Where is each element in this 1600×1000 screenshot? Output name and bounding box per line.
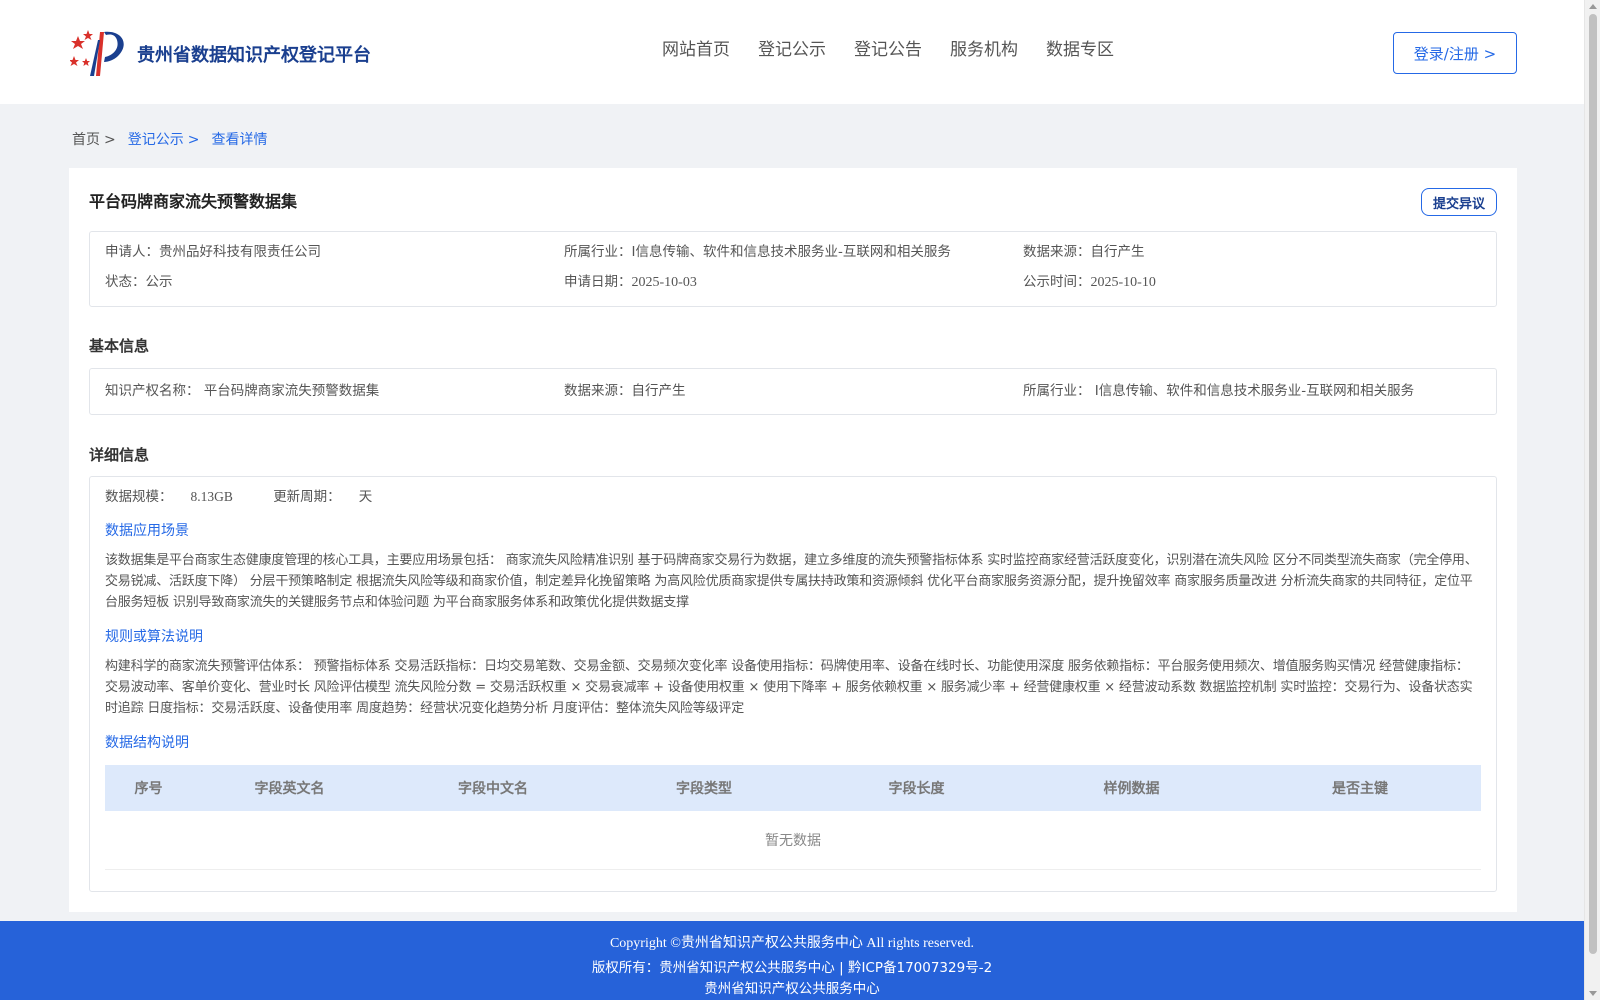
basic-industry-field: 所属行业： I信息传输、软件和信息技术服务业-互联网和相关服务 [1023,381,1481,401]
footer-copyright: Copyright ©贵州省知识产权公共服务中心 All rights rese… [609,936,975,951]
ip-name-value: 平台码牌商家流失预警数据集 [203,383,380,399]
footer-org: 贵州省知识产权公共服务中心 [704,981,880,997]
source-value: 自行产生 [1090,244,1145,260]
basic-info-heading: 基本信息 [89,337,150,355]
publish-date-value: 2025-10-10 [1090,275,1156,290]
site-footer: Copyright ©贵州省知识产权公共服务中心 All rights rese… [0,921,1584,1000]
update-cycle-field: 更新周期： 天 [273,489,390,505]
main-nav: 网站首页 登记公示 登记公告 服务机构 数据专区 [662,38,1142,62]
scroll-down-arrow-icon[interactable] [1589,991,1597,996]
applicant-value: 贵州品好科技有限责任公司 [159,244,321,260]
status-label: 状态： [105,274,146,290]
rule-heading: 规则或算法说明 [105,629,203,645]
detail-info-heading: 详细信息 [89,446,150,464]
breadcrumb-separator: > [187,132,200,148]
table-header-chinese-name: 字段中文名 [387,765,599,811]
page-scrollbar[interactable] [1584,0,1600,1000]
source-field: 数据来源：自行产生 [1023,242,1481,262]
scroll-up-arrow-icon[interactable] [1589,4,1597,9]
publish-date-field: 公示时间：2025-10-10 [1023,272,1481,293]
basic-source-value: 自行产生 [631,383,686,399]
breadcrumb-section[interactable]: 登记公示 > [128,130,206,150]
data-scale-label: 数据规模： [105,489,173,505]
apply-date-label: 申请日期： [564,274,632,290]
table-header-index: 序号 [105,765,192,811]
applicant-label: 申请人： [105,244,159,260]
industry-value: I信息传输、软件和信息技术服务业-互联网和相关服务 [631,244,951,260]
table-header-english-name: 字段英文名 [192,765,387,811]
basic-industry-value: I信息传输、软件和信息技术服务业-互联网和相关服务 [1094,383,1415,399]
field-structure-table: 序号 字段英文名 字段中文名 字段类型 字段长度 样例数据 是否主键 暂无数据 [105,765,1481,870]
apply-date-value: 2025-10-03 [631,275,697,290]
publish-date-label: 公示时间： [1023,274,1091,290]
data-scale-field: 数据规模： 8.13GB [105,489,251,505]
data-scale-value: 8.13GB [190,489,233,504]
breadcrumb: 首页 > 登记公示 > 查看详情 [72,130,273,150]
structure-heading: 数据结构说明 [105,735,189,751]
site-header: 贵州省数据知识产权登记平台 网站首页 登记公示 登记公告 服务机构 数据专区 登… [0,0,1584,104]
status-field: 状态：公示 [105,272,564,293]
basic-industry-label: 所属行业： [1023,383,1091,399]
breadcrumb-home-label[interactable]: 首页 [72,132,100,148]
detail-info-box: 数据规模： 8.13GB 更新周期： 天 数据应用场景 该数据集是平台商家生态健康度… [89,476,1497,892]
record-title: 平台码牌商家流失预警数据集 [89,192,298,211]
submit-objection-button[interactable]: 提交异议 [1421,188,1497,216]
breadcrumb-section-label[interactable]: 登记公示 [128,132,184,148]
site-title[interactable]: 贵州省数据知识产权登记平台 [137,41,371,67]
rule-text: 构建科学的商家流失预警评估体系： 预警指标体系 交易活跃指标：日均交易笔数、交易… [105,659,1473,716]
basic-source-label: 数据来源： [564,383,632,399]
apply-date-field: 申请日期：2025-10-03 [564,272,1023,293]
breadcrumb-separator: > [104,132,116,148]
table-header-sample: 样例数据 [1024,765,1239,811]
scrollbar-thumb[interactable] [1589,14,1597,954]
empty-table-message: 暂无数据 [105,811,1481,870]
nav-item-service-agencies[interactable]: 服务机构 [950,38,1018,62]
breadcrumb-current: 查看详情 [211,132,268,148]
summary-box: 申请人：贵州品好科技有限责任公司 所属行业：I信息传输、软件和信息技术服务业-互… [89,231,1497,307]
applicant-field: 申请人：贵州品好科技有限责任公司 [105,242,564,262]
update-cycle-value: 天 [358,489,373,505]
table-header-length: 字段长度 [809,765,1024,811]
update-cycle-label: 更新周期： [273,489,341,505]
table-row: 暂无数据 [105,811,1481,870]
nav-item-registration-announcement[interactable]: 登记公告 [854,38,922,62]
table-header-type: 字段类型 [599,765,809,811]
nav-item-home[interactable]: 网站首页 [662,38,730,62]
platform-logo-icon[interactable] [70,26,130,78]
scenario-heading: 数据应用场景 [105,523,189,539]
basic-info-box: 知识产权名称： 平台码牌商家流失预警数据集 数据来源：自行产生 所属行业： I信… [89,368,1497,415]
ip-name-label: 知识产权名称： [105,383,200,399]
footer-owner[interactable]: 版权所有：贵州省知识产权公共服务中心 | 黔ICP备17007329号-2 [0,958,1584,979]
industry-field: 所属行业：I信息传输、软件和信息技术服务业-互联网和相关服务 [564,242,1023,262]
basic-source-field: 数据来源：自行产生 [564,381,1023,401]
login-register-button[interactable]: 登录/注册 > [1393,32,1517,74]
scale-row: 数据规模： 8.13GB 更新周期： 天 [105,487,1481,507]
ip-name-field: 知识产权名称： 平台码牌商家流失预警数据集 [105,381,564,401]
breadcrumb-home[interactable]: 首页 > [72,130,122,150]
nav-item-data-zone[interactable]: 数据专区 [1046,38,1114,62]
industry-label: 所属行业： [564,244,632,260]
nav-item-registration-notice[interactable]: 登记公示 [758,38,826,62]
detail-card: 平台码牌商家流失预警数据集 提交异议 申请人：贵州品好科技有限责任公司 所属行业… [69,168,1517,912]
status-value: 公示 [145,274,173,290]
table-header-primary-key: 是否主键 [1239,765,1481,811]
scenario-text: 该数据集是平台商家生态健康度管理的核心工具，主要应用场景包括： 商家流失风险精准… [105,553,1478,610]
source-label: 数据来源： [1023,244,1091,260]
table-header-row: 序号 字段英文名 字段中文名 字段类型 字段长度 样例数据 是否主键 [105,765,1481,811]
